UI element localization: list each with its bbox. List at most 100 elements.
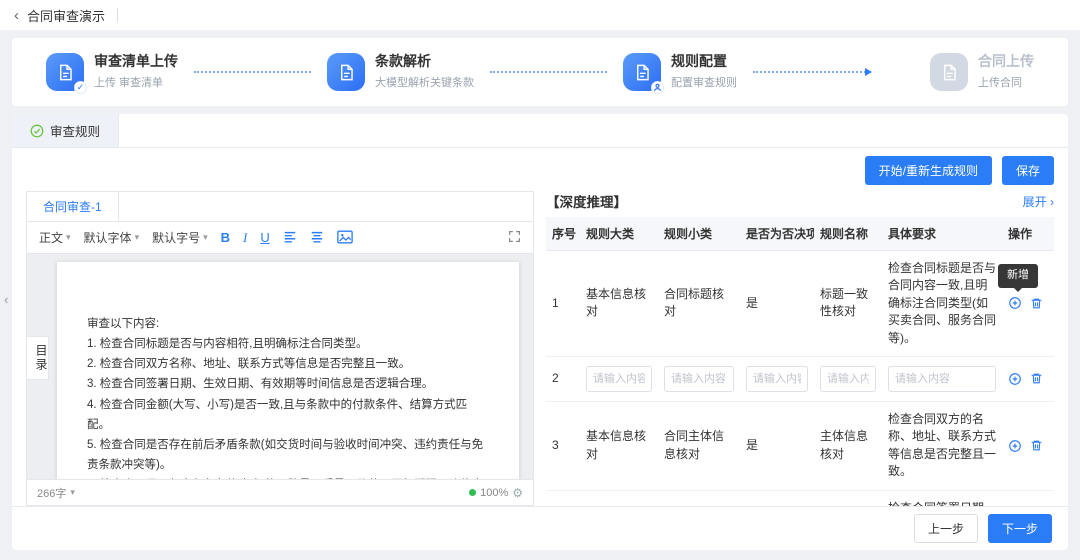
chevron-down-icon: ▾ bbox=[203, 232, 208, 243]
step-connector bbox=[194, 71, 311, 73]
step-contract-upload: 合同上传 上传合同 bbox=[930, 53, 1034, 91]
cell-subcategory: 时间信息核对 bbox=[658, 490, 740, 506]
clause-parse-icon bbox=[327, 53, 365, 91]
chevron-down-icon: ▾ bbox=[70, 487, 75, 498]
fullscreen-icon[interactable] bbox=[508, 230, 521, 245]
gear-icon[interactable]: ⚙ bbox=[512, 486, 523, 500]
add-row-icon[interactable] bbox=[1008, 296, 1022, 310]
cell-category: 基本信息核对 bbox=[580, 251, 658, 357]
rules-table-wrap: 序号 规则大类 规则小类 是否为否决项 规则名称 具体要求 操作 bbox=[546, 217, 1054, 506]
next-step-button[interactable]: 下一步 bbox=[988, 514, 1052, 543]
main-card: 审查规则 开始/重新生成规则 保存 合同审查-1 正文▾ 默认字体▾ 默认字号▾… bbox=[12, 114, 1068, 550]
step-subtitle: 上传合同 bbox=[978, 74, 1034, 90]
prev-step-button[interactable]: 上一步 bbox=[914, 514, 978, 543]
cell-veto: 是 bbox=[740, 401, 814, 490]
rules-title: 【深度推理】 bbox=[546, 191, 627, 211]
toc-tab[interactable]: 目录 bbox=[27, 336, 49, 380]
step-subtitle: 大模型解析关键条款 bbox=[375, 74, 474, 90]
page-title: 合同审查演示 bbox=[27, 6, 105, 25]
delete-row-icon[interactable] bbox=[1030, 297, 1043, 310]
col-header: 规则名称 bbox=[814, 217, 882, 251]
delete-row-icon[interactable] bbox=[1030, 439, 1043, 452]
cell-category: 基本信息核对 bbox=[580, 401, 658, 490]
rules-table: 序号 规则大类 规则小类 是否为否决项 规则名称 具体要求 操作 bbox=[546, 217, 1054, 506]
subcategory-input[interactable] bbox=[664, 366, 734, 392]
check-badge-icon: ✓ bbox=[74, 81, 87, 94]
bold-button[interactable]: B bbox=[221, 231, 230, 244]
underline-button[interactable]: U bbox=[260, 231, 269, 244]
cell-subcategory: 合同主体信息核对 bbox=[658, 401, 740, 490]
generate-rules-button[interactable]: 开始/重新生成规则 bbox=[865, 156, 992, 185]
font-family-select[interactable]: 默认字体▾ bbox=[84, 229, 140, 246]
collapse-panel-icon[interactable]: ‹ bbox=[0, 290, 12, 309]
editor-toolbar: 正文▾ 默认字体▾ 默认字号▾ B I U bbox=[27, 222, 533, 254]
doc-line: 5. 检查合同是否存在前后矛盾条款(如交货时间与验收时间冲突、违约责任与免责条款… bbox=[87, 435, 489, 475]
table-header-row: 序号 规则大类 规则小类 是否为否决项 规则名称 具体要求 操作 bbox=[546, 217, 1054, 251]
expand-link[interactable]: 展开 › bbox=[1023, 193, 1054, 210]
save-button[interactable]: 保存 bbox=[1002, 156, 1054, 185]
step-title: 条款解析 bbox=[375, 54, 474, 69]
delete-row-icon[interactable] bbox=[1030, 372, 1043, 385]
divider bbox=[117, 8, 118, 22]
word-count[interactable]: 266字 bbox=[37, 485, 66, 501]
italic-button[interactable]: I bbox=[243, 231, 247, 244]
col-header: 规则小类 bbox=[658, 217, 740, 251]
step-title: 审查清单上传 bbox=[94, 54, 178, 69]
font-size-select[interactable]: 默认字号▾ bbox=[152, 229, 208, 246]
step-connector bbox=[490, 71, 607, 73]
editor-tabbar: 合同审查-1 bbox=[27, 192, 533, 222]
cell-no: 1 bbox=[546, 251, 580, 357]
checklist-upload-icon: ✓ bbox=[46, 53, 84, 91]
rule-name-input[interactable] bbox=[820, 366, 876, 392]
cell-veto: 是 bbox=[740, 251, 814, 357]
insert-image-icon[interactable] bbox=[337, 230, 353, 246]
step-rule-config: 规则配置 配置审查规则 bbox=[623, 53, 737, 91]
add-tooltip: 新增 bbox=[998, 264, 1038, 288]
cell-requirement: 检查合同标题是否与合同内容一致,且明确标注合同类型(如买卖合同、服务合同等)。 bbox=[882, 251, 1002, 357]
table-row: 4 基本信息核对 时间信息核对 是 时间信息核对 检查合同签署日期、生效日期、有… bbox=[546, 490, 1054, 506]
topbar: ‹ 合同审查演示 bbox=[0, 0, 1080, 30]
tab-review-rules[interactable]: 审查规则 bbox=[12, 114, 119, 147]
cell-category: 基本信息核对 bbox=[580, 490, 658, 506]
category-input[interactable] bbox=[586, 366, 652, 392]
doc-line: 4. 检查合同金额(大写、小写)是否一致,且与条款中的付款条件、结算方式匹配。 bbox=[87, 395, 489, 435]
table-row: 1 基本信息核对 合同标题核对 是 标题一致性核对 检查合同标题是否与合同内容一… bbox=[546, 251, 1054, 357]
cell-requirement: 检查合同签署日期、生效日期、有效期等时间信息是否逻辑合理。 bbox=[882, 490, 1002, 506]
step-checklist-upload: ✓ 审查清单上传 上传 审查清单 bbox=[46, 53, 178, 91]
doc-line: 3. 检查合同签署日期、生效日期、有效期等时间信息是否逻辑合理。 bbox=[87, 374, 489, 394]
zoom-level: 100% bbox=[480, 487, 508, 499]
cell-no: 3 bbox=[546, 401, 580, 490]
add-row-icon[interactable] bbox=[1008, 439, 1022, 453]
rules-panel: 【深度推理】 展开 › 序号 规则大类 规则小类 是否为否决项 规则名称 bbox=[546, 191, 1054, 506]
actions-row: 开始/重新生成规则 保存 bbox=[26, 156, 1054, 185]
cell-veto: 是 bbox=[740, 490, 814, 506]
step-title: 合同上传 bbox=[978, 54, 1034, 69]
check-circle-icon bbox=[30, 124, 44, 138]
chevron-down-icon: ▾ bbox=[135, 232, 140, 243]
document-page[interactable]: 审查以下内容: 1. 检查合同标题是否与内容相符,且明确标注合同类型。 2. 检… bbox=[57, 262, 519, 479]
col-header: 规则大类 bbox=[580, 217, 658, 251]
add-row-icon[interactable] bbox=[1008, 372, 1022, 386]
cell-rule-name: 主体信息核对 bbox=[814, 401, 882, 490]
cell-subcategory: 合同标题核对 bbox=[658, 251, 740, 357]
back-icon[interactable]: ‹ bbox=[14, 7, 19, 24]
cell-requirement: 检查合同双方的名称、地址、联系方式等信息是否完整且一致。 bbox=[882, 401, 1002, 490]
align-center-icon[interactable] bbox=[310, 230, 324, 246]
step-subtitle: 配置审查规则 bbox=[671, 74, 737, 90]
contract-upload-icon bbox=[930, 53, 968, 91]
col-header: 操作 bbox=[1002, 217, 1054, 251]
doc-line: 1. 检查合同标题是否与内容相符,且明确标注合同类型。 bbox=[87, 334, 489, 354]
editor-tab-contract-review-1[interactable]: 合同审查-1 bbox=[27, 192, 119, 221]
requirement-input[interactable] bbox=[888, 366, 996, 392]
veto-input[interactable] bbox=[746, 366, 808, 392]
doc-line: 2. 检查合同双方名称、地址、联系方式等信息是否完整且一致。 bbox=[87, 354, 489, 374]
align-left-icon[interactable] bbox=[283, 230, 297, 246]
cell-rule-name: 时间信息核对 bbox=[814, 490, 882, 506]
paragraph-style-select[interactable]: 正文▾ bbox=[39, 229, 71, 246]
rule-config-icon bbox=[623, 53, 661, 91]
document-area: 目录 审查以下内容: 1. 检查合同标题是否与内容相符,且明确标注合同类型。 2… bbox=[27, 254, 533, 479]
step-subtitle: 上传 审查清单 bbox=[94, 74, 178, 90]
cell-no: 4 bbox=[546, 490, 580, 506]
cell-no: 2 bbox=[546, 356, 580, 401]
table-row-editing: 2 bbox=[546, 356, 1054, 401]
